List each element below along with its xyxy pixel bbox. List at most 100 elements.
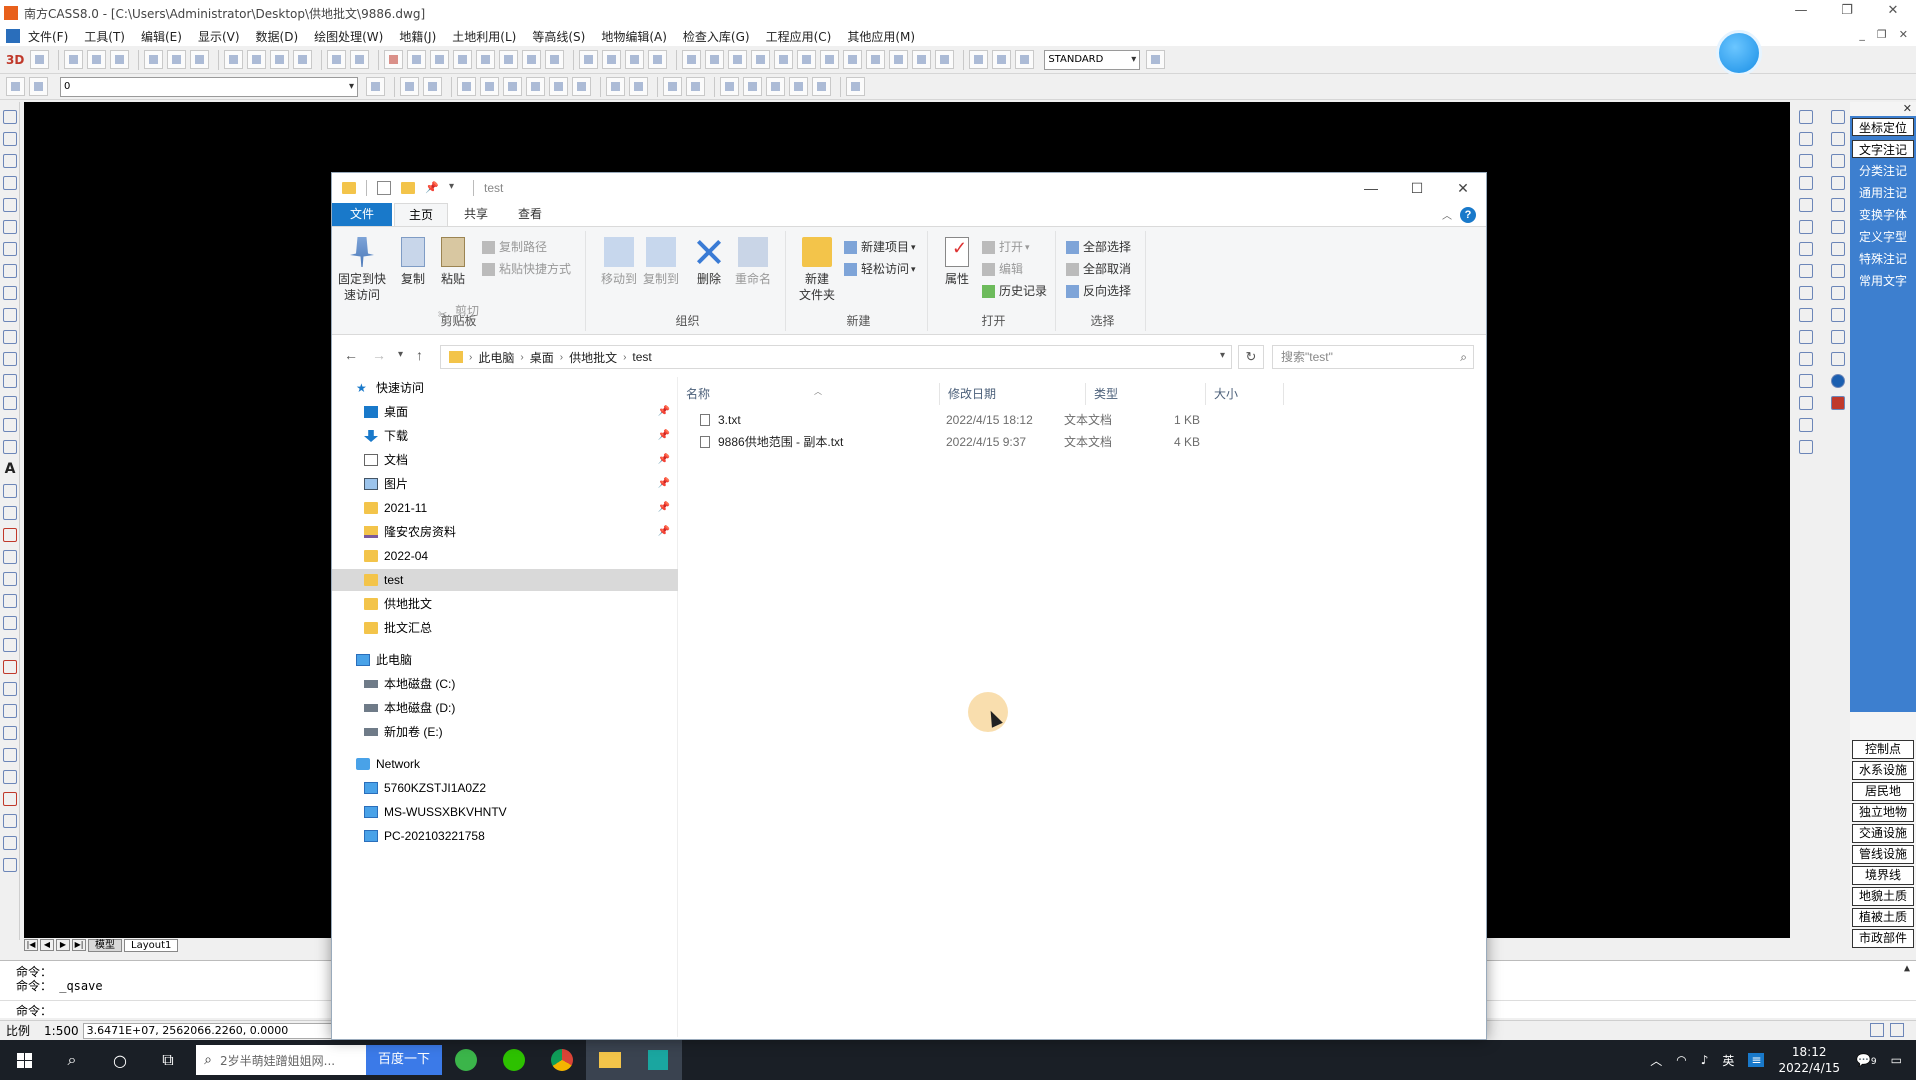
linetype-icon[interactable]	[1831, 132, 1845, 146]
invert-selection-button[interactable]: 反向选择	[1066, 281, 1131, 301]
copy-object-icon[interactable]	[1799, 132, 1813, 146]
layer-walk-icon[interactable]	[1831, 352, 1845, 366]
first-tab-icon[interactable]: |◀	[24, 939, 38, 951]
ellipse-arc-icon[interactable]	[3, 330, 17, 344]
tab-file[interactable]: 文件	[332, 203, 393, 226]
save-icon[interactable]	[110, 50, 130, 69]
center-mark-icon[interactable]	[935, 50, 955, 69]
extend-icon[interactable]	[812, 77, 831, 96]
erase-icon[interactable]	[1799, 110, 1813, 124]
pan-icon[interactable]	[384, 50, 404, 69]
target-icon[interactable]	[3, 814, 17, 828]
layer-filter-icon[interactable]	[366, 77, 385, 96]
menu-cadastre[interactable]: 地籍(J)	[399, 28, 436, 45]
nav-this-pc[interactable]: 此电脑	[332, 649, 678, 671]
shape-icon[interactable]	[3, 682, 17, 696]
select-all-button[interactable]: 全部选择	[1066, 237, 1131, 257]
grid-icon[interactable]	[686, 77, 705, 96]
properties-icon[interactable]	[476, 50, 496, 69]
dim-aligned-icon[interactable]	[705, 50, 725, 69]
cat-control-point[interactable]: 控制点	[1852, 740, 1914, 759]
scale-value[interactable]: 1:500	[44, 1024, 79, 1038]
refresh-icon[interactable]: ↻	[1238, 345, 1264, 369]
dim-style-dropdown[interactable]: STANDARD	[1044, 49, 1141, 70]
menu-tools[interactable]: 工具(T)	[84, 28, 125, 45]
baidu-search-button[interactable]: 百度一下	[366, 1045, 443, 1075]
ruler-icon[interactable]	[3, 638, 17, 652]
new-folder-quick-icon[interactable]	[401, 182, 415, 194]
menu-feature-edit[interactable]: 地物编辑(A)	[601, 28, 667, 45]
cat-water[interactable]: 水系设施	[1852, 761, 1914, 780]
fence-icon[interactable]	[3, 594, 17, 608]
paste-button[interactable]: 粘贴	[430, 237, 476, 287]
menu-land-use[interactable]: 土地利用(L)	[452, 28, 516, 45]
rectangle-icon[interactable]	[3, 198, 17, 212]
minimize-icon[interactable]: —	[1348, 173, 1394, 203]
edit-button[interactable]: 编辑	[982, 259, 1023, 279]
annotate-icon[interactable]	[3, 660, 17, 674]
circle-icon[interactable]	[3, 242, 17, 256]
nav-item-downloads[interactable]: 下载 📌	[332, 425, 678, 447]
nav-item-longan[interactable]: 隆安农房资料 📌	[332, 521, 678, 543]
floating-assistant-icon[interactable]	[1716, 30, 1762, 76]
address-bar[interactable]: › 此电脑 › 桌面 › 供地批文 › test ▾	[440, 345, 1232, 369]
menu-draw-process[interactable]: 绘图处理(W)	[314, 28, 383, 45]
cut-icon[interactable]	[224, 50, 244, 69]
search-input[interactable]: 搜索"test" ⌕	[1272, 345, 1474, 369]
tick-icon[interactable]	[3, 748, 17, 762]
help-icon[interactable]	[545, 50, 565, 69]
paste-shortcut-button[interactable]: 粘贴快捷方式	[482, 259, 571, 279]
draw-line-icon[interactable]	[457, 77, 476, 96]
weight-icon[interactable]	[3, 528, 17, 542]
preview-icon[interactable]	[167, 50, 187, 69]
rename-button[interactable]: 重命名	[730, 237, 776, 287]
slope-icon[interactable]	[3, 836, 17, 850]
step-icon[interactable]	[3, 770, 17, 784]
copy-to-button[interactable]: 复制到	[638, 237, 684, 287]
network-icon[interactable]: ◠	[1676, 1053, 1686, 1067]
copy-path-button[interactable]: 复制路径	[482, 237, 547, 257]
publish-icon[interactable]	[190, 50, 210, 69]
task-view-icon[interactable]: ⧉	[144, 1040, 192, 1080]
tab-model[interactable]: 模型	[88, 938, 122, 952]
chevron-right-icon[interactable]: ›	[560, 352, 563, 363]
clock[interactable]: 18:12 2022/4/15	[1778, 1044, 1840, 1076]
draworder-above-icon[interactable]	[625, 50, 645, 69]
chevron-right-icon[interactable]: ›	[520, 352, 523, 363]
layer-visible-icon[interactable]	[1831, 110, 1845, 124]
nav-quick-access[interactable]: ★ 快速访问	[332, 377, 678, 399]
layer-state-icon[interactable]	[29, 77, 48, 96]
properties-button[interactable]: 属性	[934, 237, 980, 287]
wechat-icon[interactable]	[490, 1040, 538, 1080]
tab-home[interactable]: 主页	[394, 203, 449, 226]
nav-item-test[interactable]: test	[332, 569, 678, 591]
scale-bar-icon[interactable]	[3, 726, 17, 740]
search-icon[interactable]: ⌕	[48, 1040, 96, 1080]
start-button[interactable]	[0, 1040, 48, 1080]
nav-computer[interactable]: MS-WUSSXBKVHNTV	[332, 801, 678, 823]
pin-icon[interactable]: 📌	[658, 521, 670, 543]
comm-center-icon[interactable]	[1870, 1023, 1884, 1037]
history-button[interactable]: 历史记录	[982, 281, 1047, 301]
delete-button[interactable]: 删除	[686, 237, 732, 287]
next-tab-icon[interactable]: ▶	[56, 939, 70, 951]
area-icon[interactable]	[1831, 154, 1845, 168]
print-icon[interactable]	[144, 50, 164, 69]
info-icon[interactable]	[1831, 374, 1845, 388]
construction-line-icon[interactable]	[3, 132, 17, 146]
zoom-previous-icon[interactable]	[453, 50, 473, 69]
doc-close-icon[interactable]: ✕	[1899, 28, 1908, 41]
layer-dropdown[interactable]: 0	[60, 76, 358, 97]
nav-computer[interactable]: 5760KZSTJI1A0Z2	[332, 777, 678, 799]
pin-icon[interactable]: 📌	[658, 401, 670, 423]
redo2-icon[interactable]	[629, 77, 648, 96]
document-icon[interactable]	[6, 29, 20, 43]
new-folder-button[interactable]: 新建 文件夹	[794, 237, 840, 303]
column-header-date[interactable]: 修改日期	[942, 383, 1086, 405]
coord-locate-button[interactable]: 坐标定位	[1852, 118, 1914, 136]
menu-engineering[interactable]: 工程应用(C)	[766, 28, 832, 45]
doc-minimize-icon[interactable]: _	[1859, 28, 1865, 41]
pin-icon[interactable]: 📌	[658, 497, 670, 519]
address-history-icon[interactable]: ▾	[1220, 350, 1225, 361]
cortana-icon[interactable]: ○	[96, 1040, 144, 1080]
